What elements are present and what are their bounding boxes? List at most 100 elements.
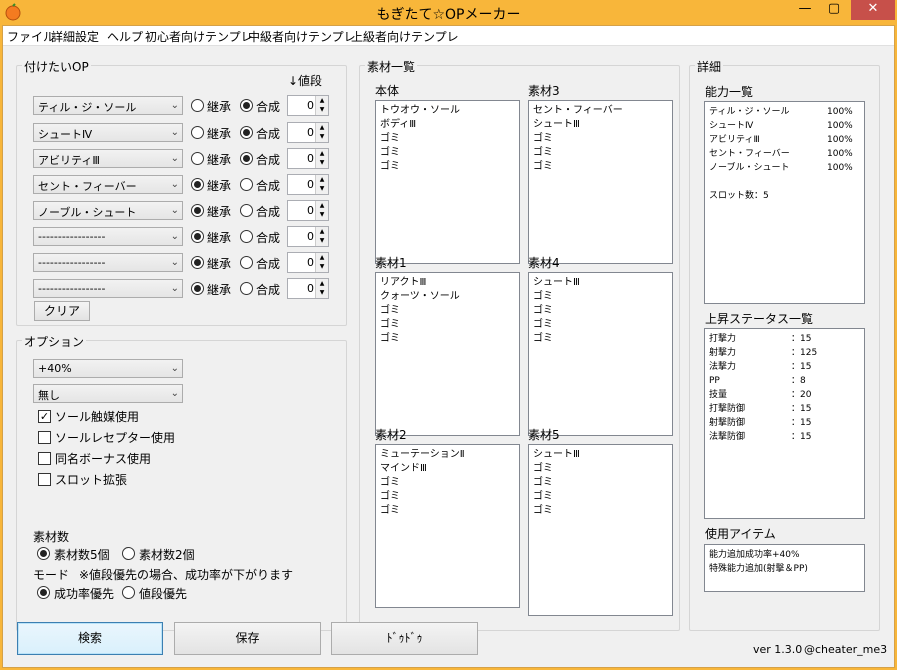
inherit-radio[interactable] (191, 126, 204, 139)
list-item[interactable]: ゴミ (380, 332, 515, 346)
price-stepper[interactable]: 0 ▲ ▼ (287, 200, 329, 221)
inherit-radio[interactable] (191, 256, 204, 269)
material-list[interactable]: トウオウ・ソール ボディⅢ ゴミ ゴミ ゴミ (375, 100, 520, 264)
op-combo[interactable]: セント・フィーバー ⌄ (33, 175, 183, 194)
list-item[interactable]: ゴミ (533, 476, 668, 490)
material-list[interactable]: シュートⅢ ゴミ ゴミ ゴミ ゴミ (528, 272, 673, 436)
stepper-arrows-icon[interactable]: ▲ ▼ (315, 123, 328, 142)
price-stepper[interactable]: 0 ▲ ▼ (287, 278, 329, 299)
list-item[interactable]: ゴミ (533, 146, 668, 160)
list-item[interactable]: ゴミ (380, 132, 515, 146)
stepper-arrows-icon[interactable]: ▲ ▼ (315, 253, 328, 272)
save-button[interactable]: 保存 (174, 622, 321, 655)
material-list[interactable]: シュートⅢ ゴミ ゴミ ゴミ ゴミ (528, 444, 673, 616)
synth-radio[interactable] (240, 282, 253, 295)
list-item[interactable]: ボディⅢ (380, 118, 515, 132)
maximize-button[interactable]: ▢ (820, 0, 848, 20)
dudu-button[interactable]: ﾄﾞｩﾄﾞｩ (331, 622, 478, 655)
op-combo[interactable]: ノーブル・シュート ⌄ (33, 201, 183, 220)
price-stepper[interactable]: 0 ▲ ▼ (287, 174, 329, 195)
op-combo[interactable]: アビリティⅢ ⌄ (33, 149, 183, 168)
op-combo[interactable]: ----------------- ⌄ (33, 227, 183, 246)
list-item[interactable]: シュートⅢ (533, 448, 668, 462)
price-stepper[interactable]: 0 ▲ ▼ (287, 226, 329, 247)
synth-radio[interactable] (240, 126, 253, 139)
price-stepper[interactable]: 0 ▲ ▼ (287, 95, 329, 116)
list-item[interactable]: ゴミ (380, 318, 515, 332)
minimize-button[interactable]: — (790, 0, 820, 20)
list-item[interactable]: リアクトⅢ (380, 276, 515, 290)
list-item[interactable]: ゴミ (533, 304, 668, 318)
slot-expansion-checkbox[interactable] (38, 473, 51, 486)
inherit-radio[interactable] (191, 204, 204, 217)
list-item[interactable]: ゴミ (533, 290, 668, 304)
list-item[interactable]: ゴミ (533, 160, 668, 174)
list-item[interactable]: ゴミ (533, 318, 668, 332)
list-item[interactable]: トウオウ・ソール (380, 104, 515, 118)
op-combo[interactable]: シュートⅣ ⌄ (33, 123, 183, 142)
inherit-radio[interactable] (191, 99, 204, 112)
menu-beginner-template[interactable]: 初心者向けテンプレ (145, 28, 253, 45)
list-item[interactable]: ゴミ (380, 490, 515, 504)
list-item[interactable]: ゴミ (380, 504, 515, 518)
same-name-bonus-checkbox[interactable] (38, 452, 51, 465)
list-item[interactable]: シュートⅢ (533, 118, 668, 132)
synth-radio[interactable] (240, 230, 253, 243)
material-count-2-radio[interactable] (122, 547, 135, 560)
op-combo[interactable]: ティル・ジ・ソール ⌄ (33, 96, 183, 115)
op-combo[interactable]: ----------------- ⌄ (33, 279, 183, 298)
mode-success-radio[interactable] (37, 586, 50, 599)
material-list[interactable]: リアクトⅢ クォーツ・ソール ゴミ ゴミ ゴミ (375, 272, 520, 436)
material-list[interactable]: ミューテーションⅡ マインドⅢ ゴミ ゴミ ゴミ (375, 444, 520, 608)
list-item[interactable]: ゴミ (380, 304, 515, 318)
stepper-arrows-icon[interactable]: ▲ ▼ (315, 227, 328, 246)
menu-file[interactable]: ファイル (7, 28, 55, 45)
material-list[interactable]: セント・フィーバー シュートⅢ ゴミ ゴミ ゴミ (528, 100, 673, 264)
material-count-5-radio[interactable] (37, 547, 50, 560)
chevron-down-icon: ⌄ (170, 153, 179, 164)
clear-button[interactable]: クリア (34, 301, 90, 321)
mode-price-radio[interactable] (122, 586, 135, 599)
soul-catalyst-checkbox[interactable]: ✓ (38, 410, 51, 423)
list-item[interactable]: ゴミ (380, 476, 515, 490)
success-rate-combo[interactable]: +40% ⌄ (33, 359, 183, 378)
stepper-arrows-icon[interactable]: ▲ ▼ (315, 175, 328, 194)
stepper-arrows-icon[interactable]: ▲ ▼ (315, 149, 328, 168)
stepper-arrows-icon[interactable]: ▲ ▼ (315, 96, 328, 115)
menu-detail-settings[interactable]: 詳細設定 (51, 28, 99, 45)
inherit-radio[interactable] (191, 152, 204, 165)
synth-radio[interactable] (240, 204, 253, 217)
list-item[interactable]: ミューテーションⅡ (380, 448, 515, 462)
inherit-radio[interactable] (191, 178, 204, 191)
inherit-radio[interactable] (191, 282, 204, 295)
menu-help[interactable]: ヘルプ (107, 28, 143, 45)
inherit-radio[interactable] (191, 230, 204, 243)
close-button[interactable]: ✕ (851, 0, 895, 20)
stepper-arrows-icon[interactable]: ▲ ▼ (315, 201, 328, 220)
list-item[interactable]: ゴミ (380, 160, 515, 174)
synth-radio[interactable] (240, 152, 253, 165)
special-ability-combo[interactable]: 無し ⌄ (33, 384, 183, 403)
stepper-arrows-icon[interactable]: ▲ ▼ (315, 279, 328, 298)
list-item[interactable]: ゴミ (533, 490, 668, 504)
price-stepper[interactable]: 0 ▲ ▼ (287, 252, 329, 273)
menu-advanced-template[interactable]: 上級者向けテンプレ (351, 28, 459, 45)
list-item[interactable]: セント・フィーバー (533, 104, 668, 118)
list-item[interactable]: クォーツ・ソール (380, 290, 515, 304)
list-item[interactable]: ゴミ (533, 332, 668, 346)
synth-radio[interactable] (240, 256, 253, 269)
synth-radio[interactable] (240, 178, 253, 191)
list-item[interactable]: ゴミ (533, 504, 668, 518)
soul-receptor-checkbox[interactable] (38, 431, 51, 444)
menu-intermediate-template[interactable]: 中級者向けテンプレ (248, 28, 356, 45)
op-combo[interactable]: ----------------- ⌄ (33, 253, 183, 272)
list-item[interactable]: ゴミ (533, 132, 668, 146)
price-stepper[interactable]: 0 ▲ ▼ (287, 122, 329, 143)
search-button[interactable]: 検索 (17, 622, 163, 655)
list-item[interactable]: マインドⅢ (380, 462, 515, 476)
list-item[interactable]: ゴミ (380, 146, 515, 160)
synth-radio[interactable] (240, 99, 253, 112)
list-item[interactable]: ゴミ (533, 462, 668, 476)
list-item[interactable]: シュートⅢ (533, 276, 668, 290)
price-stepper[interactable]: 0 ▲ ▼ (287, 148, 329, 169)
